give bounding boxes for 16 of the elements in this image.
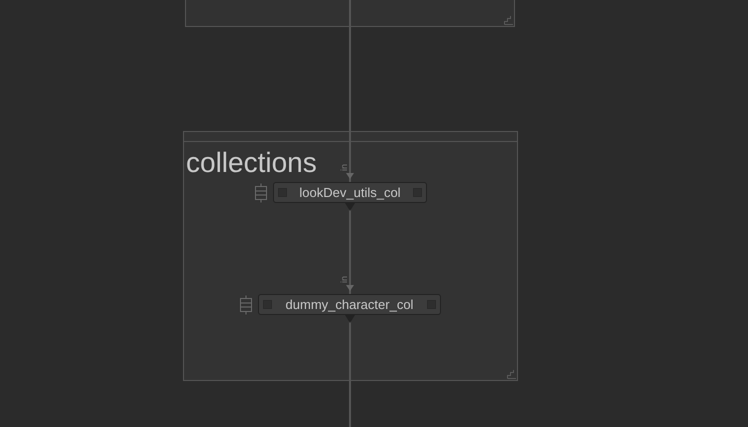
node-name: lookDev_utils_col xyxy=(299,184,401,202)
graph-node[interactable]: lookDev_utils_col xyxy=(273,182,427,203)
resize-handle-icon[interactable] xyxy=(504,16,513,25)
input-arrow-icon xyxy=(346,173,354,179)
output-arrow-icon xyxy=(345,315,355,323)
resize-handle-icon[interactable] xyxy=(507,370,516,379)
node-stack-icon[interactable] xyxy=(239,295,253,315)
node-name: dummy_character_col xyxy=(286,296,414,314)
output-arrow-icon xyxy=(345,203,355,211)
input-port-label: in xyxy=(340,164,349,171)
input-port-label: in xyxy=(340,276,349,283)
node-stack-icon[interactable] xyxy=(254,183,268,203)
graph-node[interactable]: dummy_character_col xyxy=(258,294,441,315)
backdrop-node[interactable] xyxy=(185,0,515,27)
input-arrow-icon xyxy=(346,285,354,291)
backdrop-title: collections xyxy=(186,148,317,178)
